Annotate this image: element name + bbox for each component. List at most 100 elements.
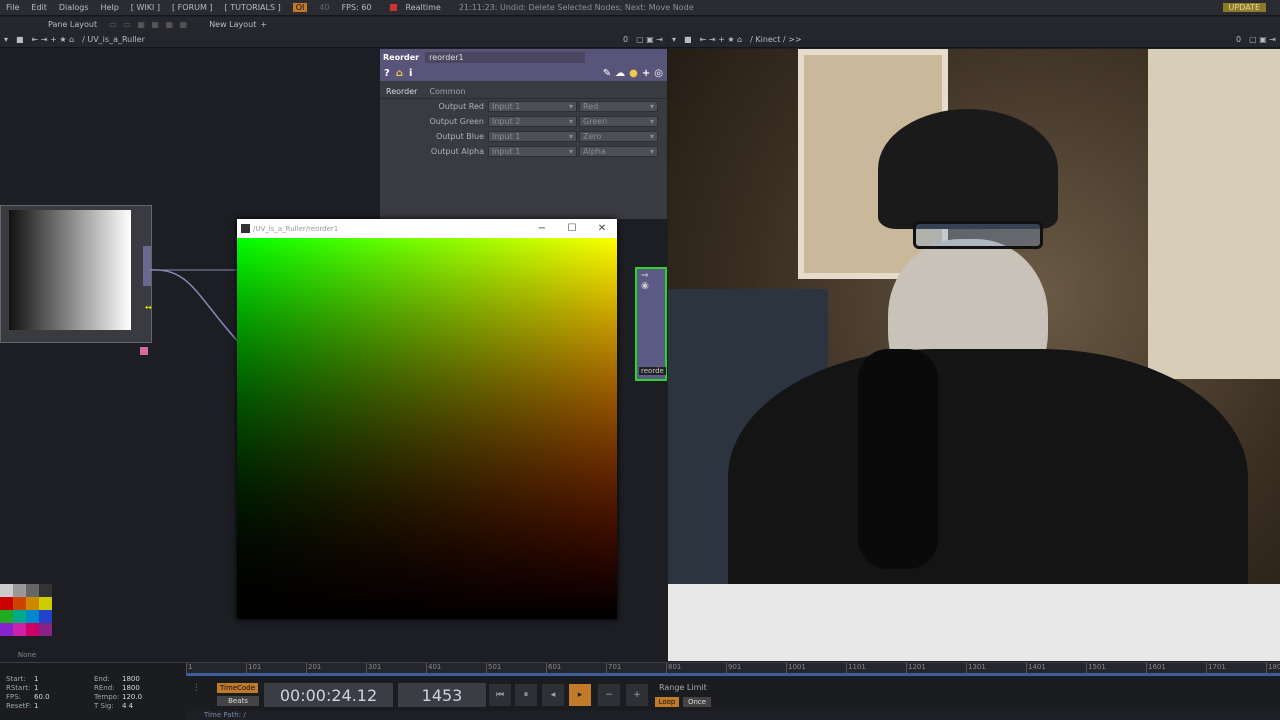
range-value[interactable]: 60.0 (34, 693, 88, 702)
stop-icon[interactable]: ■ (684, 35, 692, 44)
pane-window-icons[interactable]: ▢ ▣ ⇥ (1249, 35, 1276, 44)
node-flag-icons[interactable]: ⇒ ◉ (641, 271, 649, 291)
uv-gradient-image (237, 238, 617, 619)
menu-edit[interactable]: Edit (31, 3, 47, 12)
forum-link[interactable]: [ FORUM ] (172, 3, 213, 12)
update-button[interactable]: UPDATE (1222, 3, 1266, 12)
palette-swatch[interactable] (26, 610, 39, 623)
network-path[interactable]: / UV_is_a_Ruller (82, 35, 145, 44)
step-plus-icon[interactable]: + (626, 684, 648, 706)
palette-swatch[interactable] (39, 623, 52, 636)
edit-icon[interactable]: ✎ (603, 68, 611, 79)
stop-icon[interactable]: ■ (16, 35, 24, 44)
palette-swatch[interactable] (13, 610, 26, 623)
pause-icon[interactable]: ⏸ (515, 684, 537, 706)
timecode-toggle[interactable]: TimeCode (217, 683, 259, 693)
range-value[interactable]: 1 (34, 675, 88, 684)
tab-common[interactable]: Common (429, 87, 465, 96)
menu-dialogs[interactable]: Dialogs (59, 3, 89, 12)
tab-reorder[interactable]: Reorder (386, 87, 417, 96)
pane-menu-icon[interactable]: ▾ (4, 35, 8, 44)
palette-none-label[interactable]: None (0, 651, 54, 659)
input-select[interactable]: Input 2 ▾ (488, 116, 577, 128)
tutorials-link[interactable]: [ TUTORIALS ] (225, 3, 281, 12)
palette-swatch[interactable] (39, 597, 52, 610)
nav-icons[interactable]: ⇤ ⇥ + ★ ⌂ (700, 35, 743, 44)
range-value[interactable]: 1 (34, 684, 88, 693)
maximize-icon[interactable]: ☐ (557, 223, 587, 234)
close-icon[interactable]: ✕ (587, 223, 617, 234)
input-select[interactable]: Input 1 ▾ (488, 101, 577, 113)
time-slider-track[interactable] (186, 673, 1280, 676)
realtime-checkbox-icon (389, 4, 397, 11)
dropdown-arrow-icon: ▾ (568, 117, 573, 127)
viewer-window[interactable]: /UV_is_a_Ruller/reorder1 − ☐ ✕ (237, 219, 617, 619)
play-icon[interactable]: ▸ (569, 684, 591, 706)
rewind-icon[interactable]: ⏮ (489, 684, 511, 706)
palette-swatch[interactable] (26, 584, 39, 597)
palette-swatch[interactable] (0, 597, 13, 610)
palette-swatch[interactable] (0, 623, 13, 636)
palette-swatch[interactable] (39, 610, 52, 623)
beats-toggle[interactable]: Beats (217, 696, 259, 706)
palette-swatch[interactable] (0, 584, 13, 597)
realtime-toggle[interactable]: Realtime (384, 3, 447, 12)
reorder-node[interactable]: ⇒ ◉ reorde (635, 267, 667, 381)
comment-icon[interactable]: ☁ (615, 68, 625, 79)
nav-icons[interactable]: ⇤ ⇥ + ★ ⌂ (32, 35, 75, 44)
channel-select[interactable]: Zero ▾ (579, 131, 658, 143)
add-layout-icon[interactable]: + (260, 20, 267, 29)
frame-display[interactable]: 1453 (398, 683, 486, 707)
minimize-icon[interactable]: − (527, 223, 557, 234)
palette-swatch[interactable] (39, 584, 52, 597)
viewer-titlebar[interactable]: /UV_is_a_Ruller/reorder1 − ☐ ✕ (237, 219, 617, 238)
palette-swatch[interactable] (26, 597, 39, 610)
wiki-link[interactable]: [ WIKI ] (131, 3, 160, 12)
palette-swatch[interactable] (13, 623, 26, 636)
python-logo-icon[interactable]: ● (629, 68, 638, 79)
dropdown-arrow-icon: ▾ (649, 102, 654, 112)
ruler-tick: 301 (366, 663, 426, 673)
target-icon[interactable]: ◎ (654, 68, 663, 79)
parameter-dialog: Reorder reorder1 ? ⌂ i ✎ ☁ ● + ◎ Reorder… (380, 49, 667, 219)
channel-select[interactable]: Green ▾ (579, 116, 658, 128)
palette-swatch[interactable] (13, 597, 26, 610)
desk (668, 584, 1280, 661)
layout-grid-icons[interactable]: ▭ ▭ ▦ ▦ ▦ ▦ (109, 20, 189, 29)
menu-help[interactable]: Help (101, 3, 119, 12)
range-value[interactable]: 1800 (122, 684, 176, 693)
time-ruler[interactable]: 1 101 201 301 401 501 601 701 801 901 1001 1101 1201… (186, 663, 1280, 673)
step-back-icon[interactable]: ◂ (542, 684, 564, 706)
python-icon[interactable]: ⌂ (396, 68, 403, 79)
ramp-node[interactable] (0, 205, 152, 343)
palette-swatch[interactable] (0, 610, 13, 623)
dropdown-arrow-icon: ▾ (568, 147, 573, 157)
add-icon[interactable]: + (642, 68, 650, 79)
channel-select[interactable]: Alpha ▾ (579, 146, 658, 158)
palette-swatch[interactable] (26, 623, 39, 636)
input-select[interactable]: Input 1 ▾ (488, 131, 577, 143)
range-value[interactable]: 120.0 (122, 693, 176, 702)
once-toggle[interactable]: Once (683, 697, 711, 707)
step-minus-icon[interactable]: − (598, 684, 620, 706)
pane-window-icons[interactable]: ▢ ▣ ⇥ (636, 35, 663, 44)
oi-badge[interactable]: OI (292, 3, 308, 12)
palette-swatch[interactable] (13, 584, 26, 597)
timeline-collapse-icon[interactable]: ⋮ (192, 683, 204, 705)
menu-file[interactable]: File (6, 3, 19, 12)
range-value[interactable]: 4 4 (122, 702, 176, 711)
pane-menu-icon[interactable]: ▾ (672, 35, 676, 44)
range-value[interactable]: 1 (34, 702, 88, 711)
channel-select[interactable]: Red ▾ (579, 101, 658, 113)
new-layout-label[interactable]: New Layout (209, 20, 256, 29)
loop-toggle[interactable]: Loop (655, 697, 679, 707)
color-palette[interactable] (0, 584, 54, 648)
info-icon[interactable]: i (409, 68, 412, 79)
kinect-path[interactable]: / Kinect / >> (750, 35, 801, 44)
op-name-field[interactable]: reorder1 (425, 51, 586, 63)
range-value[interactable]: 1800 (122, 675, 176, 684)
input-select[interactable]: Input 1 ▾ (488, 146, 577, 158)
timecode-display[interactable]: 00:00:24.12 (264, 683, 393, 707)
input-connector[interactable] (140, 347, 148, 355)
help-icon[interactable]: ? (384, 68, 390, 79)
